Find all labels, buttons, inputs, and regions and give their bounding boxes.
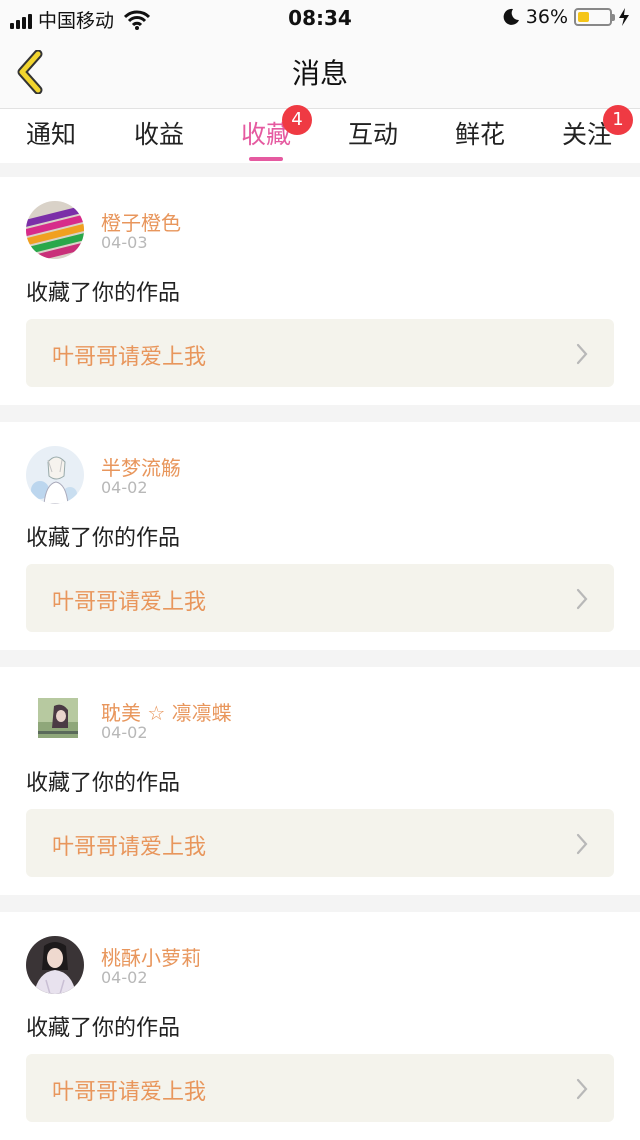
work-title: 叶哥哥请爱上我 xyxy=(52,1080,207,1105)
nav-bar: 消息 xyxy=(0,36,640,109)
message-date: 04-02 xyxy=(101,723,148,742)
message-date: 04-02 xyxy=(101,478,148,497)
work-link[interactable]: 叶哥哥请爱上我 xyxy=(26,1054,614,1122)
status-bar: 中国移动 08:34 36% xyxy=(0,0,640,36)
avatar-image xyxy=(26,936,84,994)
username[interactable]: 橙子橙色 xyxy=(101,207,181,236)
avatar[interactable] xyxy=(26,936,84,994)
tab-interactions[interactable]: 互动 xyxy=(333,115,413,161)
avatar[interactable] xyxy=(38,698,78,738)
unread-badge: 1 xyxy=(603,105,633,135)
battery-percent: 36% xyxy=(525,6,568,28)
message-date: 04-03 xyxy=(101,233,148,252)
chevron-right-icon xyxy=(576,1078,588,1100)
unread-badge: 4 xyxy=(282,105,312,135)
work-link[interactable]: 叶哥哥请爱上我 xyxy=(26,319,614,387)
avatar[interactable] xyxy=(26,201,84,259)
message-text: 收藏了你的作品 xyxy=(26,281,181,306)
username[interactable]: 耽美 ☆ 凛凛蝶 xyxy=(101,697,232,726)
page-title: 消息 xyxy=(291,57,348,90)
tab-favorites[interactable]: 收藏 4 xyxy=(226,105,312,161)
message-text: 收藏了你的作品 xyxy=(26,526,181,551)
message-card: 橙子橙色 04-03 收藏了你的作品 叶哥哥请爱上我 xyxy=(0,177,640,405)
battery-icon xyxy=(574,8,615,26)
chevron-right-icon xyxy=(576,588,588,610)
moon-icon xyxy=(503,8,519,25)
message-text: 收藏了你的作品 xyxy=(26,1016,181,1041)
message-card: 耽美 ☆ 凛凛蝶 04-02 收藏了你的作品 叶哥哥请爱上我 xyxy=(0,667,640,895)
work-link[interactable]: 叶哥哥请爱上我 xyxy=(26,564,614,632)
charging-bolt-icon xyxy=(619,8,629,26)
tab-flowers[interactable]: 鲜花 xyxy=(440,115,520,161)
tab-notifications[interactable]: 通知 xyxy=(11,115,91,161)
tab-label: 互动 xyxy=(347,120,398,149)
tab-label: 鲜花 xyxy=(454,120,505,149)
work-title: 叶哥哥请爱上我 xyxy=(52,835,207,860)
chevron-right-icon xyxy=(576,343,588,365)
chevron-right-icon xyxy=(576,833,588,855)
tab-following[interactable]: 关注 1 xyxy=(547,105,633,161)
message-date: 04-02 xyxy=(101,968,148,987)
avatar-image xyxy=(26,201,84,259)
active-tab-indicator xyxy=(249,157,283,161)
avatar-image xyxy=(38,698,78,738)
message-text: 收藏了你的作品 xyxy=(26,771,181,796)
username[interactable]: 桃酥小萝莉 xyxy=(101,942,201,971)
status-bar-right: 36% xyxy=(502,6,630,28)
tab-label: 收益 xyxy=(133,120,184,149)
avatar[interactable] xyxy=(26,446,84,504)
tab-bar: 通知 收益 收藏 4 互动 鲜花 关注 1 xyxy=(0,105,640,163)
message-card: 半梦流觞 04-02 收藏了你的作品 叶哥哥请爱上我 xyxy=(0,422,640,650)
username[interactable]: 半梦流觞 xyxy=(101,452,181,481)
tab-label: 通知 xyxy=(25,120,76,149)
tab-earnings[interactable]: 收益 xyxy=(119,115,199,161)
work-title: 叶哥哥请爱上我 xyxy=(52,345,207,370)
work-title: 叶哥哥请爱上我 xyxy=(52,590,207,615)
avatar-image xyxy=(26,446,84,504)
message-card: 桃酥小萝莉 04-02 收藏了你的作品 叶哥哥请爱上我 xyxy=(0,912,640,1140)
work-link[interactable]: 叶哥哥请爱上我 xyxy=(26,809,614,877)
battery-level xyxy=(578,12,589,22)
